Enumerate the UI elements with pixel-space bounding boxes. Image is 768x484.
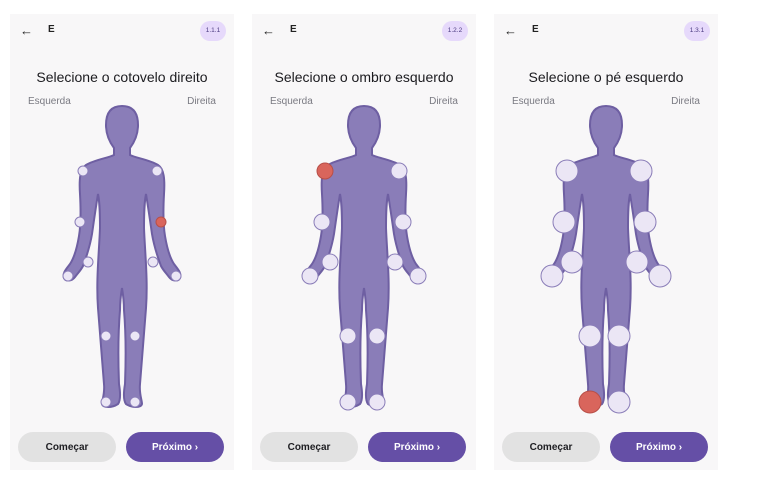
joint-point-right-elbow[interactable] xyxy=(394,213,412,231)
joint-point-left-wrist[interactable] xyxy=(321,253,339,271)
joint-point-left-elbow[interactable] xyxy=(552,210,576,234)
joint-point-right-wrist[interactable] xyxy=(147,256,159,268)
joint-point-right-shoulder[interactable] xyxy=(151,165,163,177)
joint-point-left-shoulder[interactable] xyxy=(77,165,89,177)
joint-point-right-hand[interactable] xyxy=(648,264,672,288)
joint-point-left-knee[interactable] xyxy=(339,327,357,345)
joint-point-left-elbow[interactable] xyxy=(74,216,86,228)
joint-point-left-shoulder[interactable] xyxy=(555,159,579,183)
joint-point-left-foot[interactable] xyxy=(339,393,357,411)
phone-screen-1: ← E 1.1.1 Selecione o cotovelo direito E… xyxy=(10,14,234,470)
body-silhouette xyxy=(304,104,424,408)
phone-screen-3: ← E 1.3.1 Selecione o pé esquerdo Esquer… xyxy=(494,14,718,470)
joint-point-left-elbow[interactable] xyxy=(313,213,331,231)
joint-point-right-knee[interactable] xyxy=(129,330,141,342)
joint-point-left-shoulder-selected[interactable] xyxy=(316,162,334,180)
body-silhouette xyxy=(62,104,182,408)
joint-point-right-shoulder[interactable] xyxy=(629,159,653,183)
joint-point-right-foot[interactable] xyxy=(129,396,141,408)
joint-point-right-knee[interactable] xyxy=(607,324,631,348)
start-button[interactable]: Começar xyxy=(18,432,116,462)
body-figure xyxy=(301,104,427,411)
joint-point-right-shoulder[interactable] xyxy=(390,162,408,180)
phone-screen-2: ← E 1.2.2 Selecione o ombro esquerdo Esq… xyxy=(252,14,476,470)
joint-point-right-hand[interactable] xyxy=(409,267,427,285)
joint-point-right-hand[interactable] xyxy=(170,270,182,282)
joint-point-left-foot-selected[interactable] xyxy=(578,390,602,414)
joint-point-right-knee[interactable] xyxy=(368,327,386,345)
next-button[interactable]: Próximo › xyxy=(126,432,224,462)
start-button[interactable]: Começar xyxy=(260,432,358,462)
next-button[interactable]: Próximo › xyxy=(610,432,708,462)
joint-point-right-foot[interactable] xyxy=(368,393,386,411)
joint-point-left-wrist[interactable] xyxy=(82,256,94,268)
joint-point-right-elbow[interactable] xyxy=(633,210,657,234)
joint-point-right-wrist[interactable] xyxy=(625,250,649,274)
next-button[interactable]: Próximo › xyxy=(368,432,466,462)
joint-point-left-knee[interactable] xyxy=(578,324,602,348)
joint-point-left-hand[interactable] xyxy=(62,270,74,282)
joint-point-left-foot[interactable] xyxy=(100,396,112,408)
joint-point-right-foot[interactable] xyxy=(607,390,631,414)
start-button[interactable]: Começar xyxy=(502,432,600,462)
joint-point-right-elbow-selected[interactable] xyxy=(155,216,167,228)
joint-point-left-hand[interactable] xyxy=(540,264,564,288)
joint-point-left-hand[interactable] xyxy=(301,267,319,285)
joint-point-left-knee[interactable] xyxy=(100,330,112,342)
joint-point-right-wrist[interactable] xyxy=(386,253,404,271)
body-figure xyxy=(540,104,672,414)
joint-point-left-wrist[interactable] xyxy=(560,250,584,274)
body-figure xyxy=(62,104,182,408)
